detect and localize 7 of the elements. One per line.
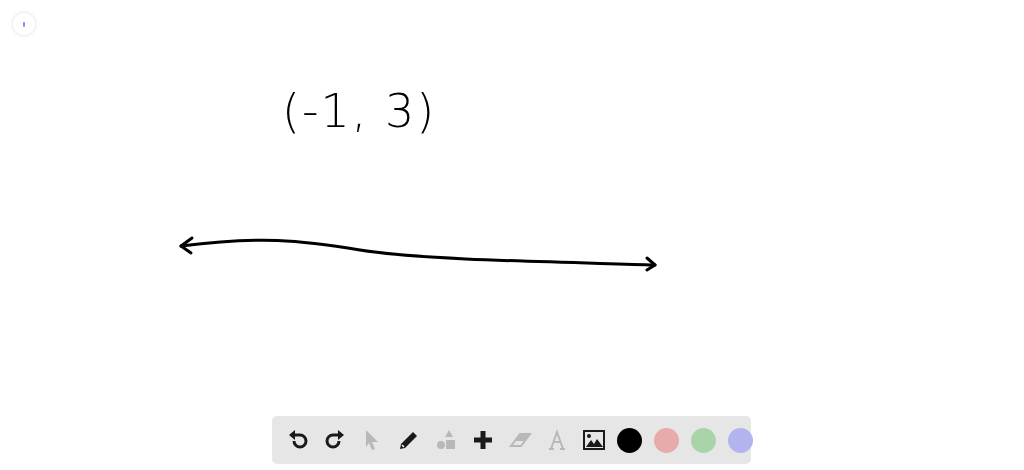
color-swatch[interactable] [691, 427, 716, 453]
image-icon[interactable] [581, 428, 606, 452]
color-swatch[interactable] [728, 427, 753, 453]
color-swatch[interactable] [654, 427, 679, 453]
color-swatch[interactable] [617, 427, 642, 453]
page-indicator-icon[interactable] [13, 13, 35, 35]
handwritten-label: (-1, 3) [282, 88, 437, 134]
